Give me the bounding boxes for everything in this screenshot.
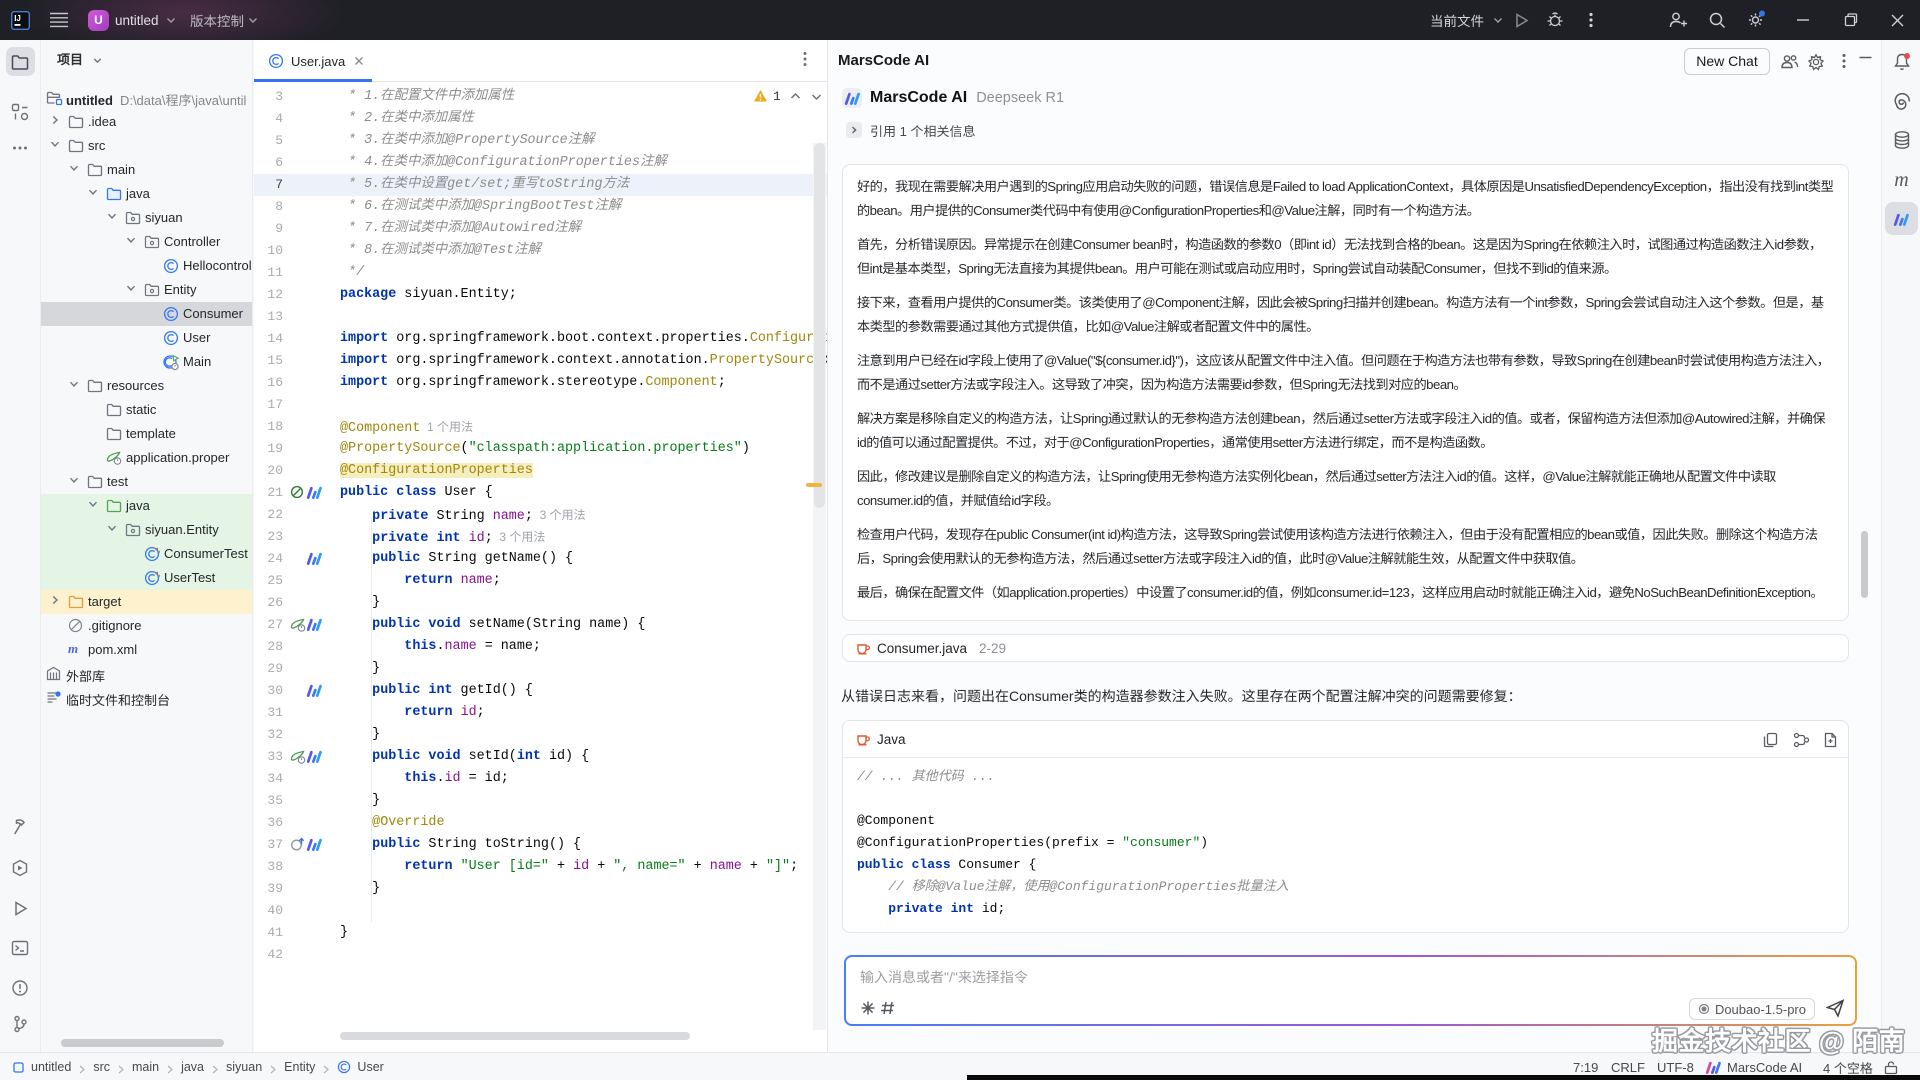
svg-text:m: m	[68, 642, 78, 656]
svg-text:IJ: IJ	[14, 14, 21, 23]
